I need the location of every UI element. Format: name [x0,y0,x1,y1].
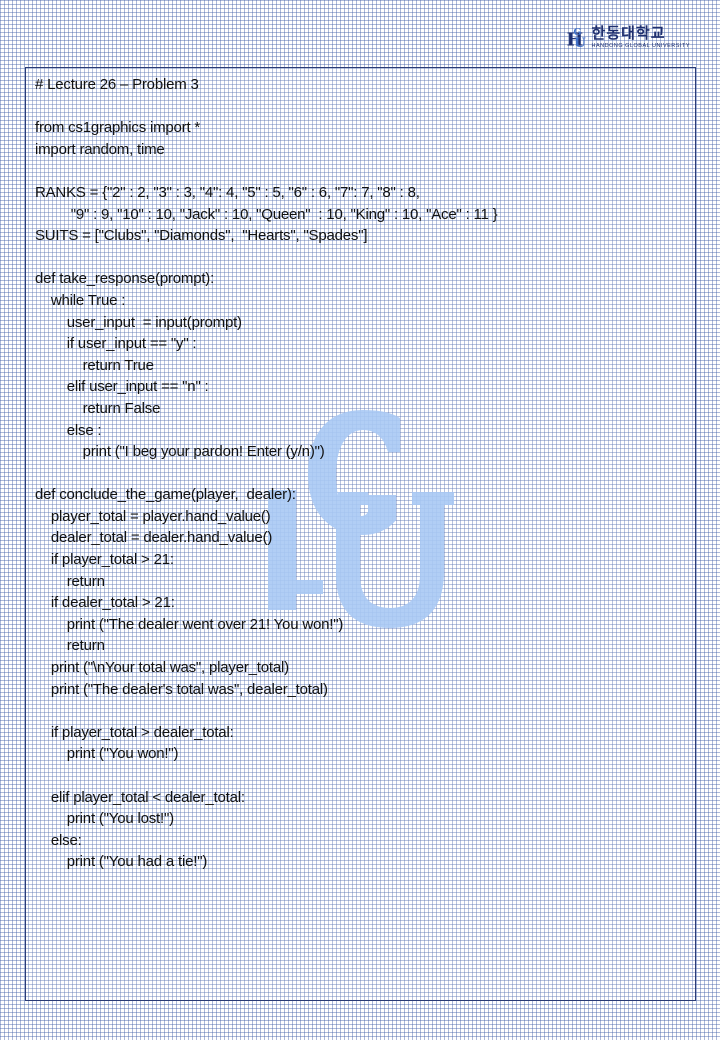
code-line: def take_response(prompt): [35,270,215,288]
code-line: def conclude_the_game(player, dealer): [35,486,296,504]
code-line: player_total = player.hand_value() [35,507,271,525]
code-line: return False [35,399,161,417]
code-line: return [35,637,105,655]
code-line: if dealer_total > 21: [35,594,175,612]
code-line: user_input = input(prompt) [35,313,242,331]
logo-korean-name: 한동대학교 [591,24,666,42]
code-line: else : [35,421,102,439]
code-line: print ("The dealer went over 21! You won… [35,615,344,633]
hgu-logo-icon: H U G [567,27,586,51]
code-line: print ("\nYour total was", player_total) [35,659,289,677]
code-listing: # Lecture 26 – Problem 3 from cs1graphics… [35,74,685,873]
code-line: print ("You had a tie!") [35,853,208,871]
code-line: from cs1graphics import * [35,119,201,137]
code-line: return [35,572,105,590]
code-line: print ("You lost!") [35,810,174,828]
code-line: elif player_total < dealer_total: [35,788,245,806]
code-line: if user_input == "y" : [35,335,197,353]
logo-text: 한동대학교 HANDONG GLOBAL UNIVERSITY [591,24,690,50]
code-line: print ("I beg your pardon! Enter (y/n)") [35,443,325,461]
hgu-logo: H U G 한동대학교 HANDONG GLOBAL UNIVERSITY [566,18,690,56]
code-line: print ("You won!") [35,745,179,763]
code-line: return True [35,356,154,374]
code-line: # Lecture 26 – Problem 3 [35,76,199,93]
code-line: RANKS = {"2" : 2, "3" : 3, "4": 4, "5" :… [35,183,420,201]
code-line: else: [35,831,82,849]
code-line: dealer_total = dealer.hand_value() [35,529,273,547]
code-line: SUITS = ["Clubs", "Diamonds", "Hearts", … [35,227,368,245]
code-line: elif user_input == "n" : [35,378,209,396]
code-line: while True : [35,291,126,309]
code-line: "9" : 9, "10" : 10, "Jack" : 10, "Queen"… [35,205,498,223]
code-line: if player_total > dealer_total: [35,723,234,741]
svg-text:G: G [573,27,581,38]
code-line: print ("The dealer's total was", dealer_… [35,680,328,698]
code-line: import random, time [35,140,165,158]
code-line: if player_total > 21: [35,551,174,569]
logo-english-name: HANDONG GLOBAL UNIVERSITY [591,43,690,49]
